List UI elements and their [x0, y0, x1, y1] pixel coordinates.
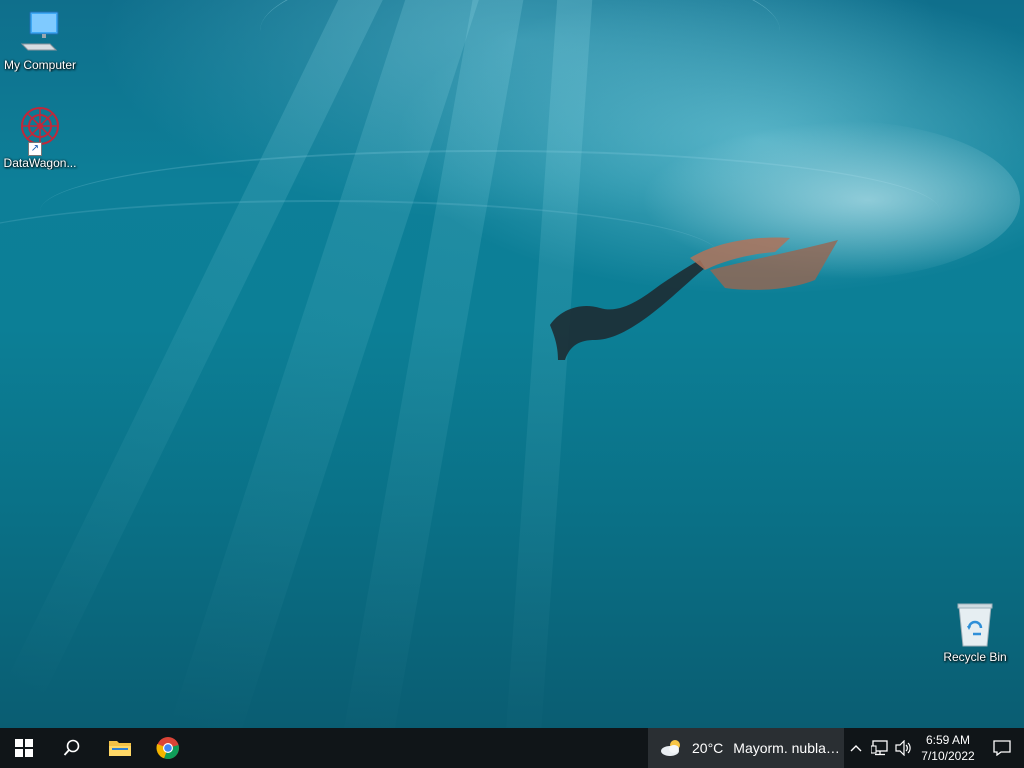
computer-icon: [16, 8, 64, 56]
search-icon: [63, 739, 80, 756]
desktop-icon-my-computer[interactable]: My Computer: [0, 8, 80, 72]
clock-date: 7/10/2022: [921, 749, 975, 763]
chrome-icon: [156, 737, 179, 760]
network-icon: [871, 740, 888, 756]
desktop-icon-label: Recycle Bin: [943, 650, 1007, 664]
weather-widget[interactable]: 20°C Mayorm. nublado: [648, 728, 844, 768]
taskbar-clock[interactable]: 6:59 AM 7/10/2022: [916, 728, 980, 768]
taskbar-chrome[interactable]: [144, 728, 192, 768]
desktop-icon-datawagon[interactable]: ↗ DataWagon...: [0, 106, 80, 170]
show-hidden-icons-button[interactable]: [844, 728, 868, 768]
folder-icon: [109, 741, 131, 756]
desktop-icon-recycle-bin[interactable]: Recycle Bin: [935, 600, 1015, 664]
recycle-bin-icon: [951, 600, 999, 648]
partly-cloudy-icon: [661, 740, 680, 756]
desktop-icon-label: My Computer: [3, 58, 77, 72]
weather-condition: Mayorm. nublado: [733, 740, 842, 756]
windows-logo-icon: [15, 739, 33, 757]
desktop-icon-label: DataWagon...: [3, 156, 77, 170]
network-button[interactable]: [868, 728, 892, 768]
taskbar: 20°C Mayorm. nublado 6:59 AM 7/10/2022: [0, 728, 1024, 768]
diver-wallpaper-figure: [550, 237, 838, 360]
weather-temperature: 20°C: [692, 740, 724, 756]
search-button[interactable]: [48, 728, 96, 768]
chevron-up-icon: [850, 745, 862, 752]
datawagon-icon: ↗: [16, 106, 64, 156]
system-tray: [844, 728, 916, 768]
shortcut-arrow-icon: ↗: [28, 142, 42, 156]
clock-time: 6:59 AM: [925, 733, 971, 747]
taskbar-file-explorer[interactable]: [96, 728, 144, 768]
start-button[interactable]: [0, 728, 48, 768]
notification-icon: [993, 740, 1011, 756]
action-center-button[interactable]: [980, 728, 1024, 768]
desktop: My Computer ↗ DataWagon... Recycle Bin: [0, 0, 1024, 728]
volume-icon: [895, 740, 911, 756]
volume-button[interactable]: [892, 728, 916, 768]
